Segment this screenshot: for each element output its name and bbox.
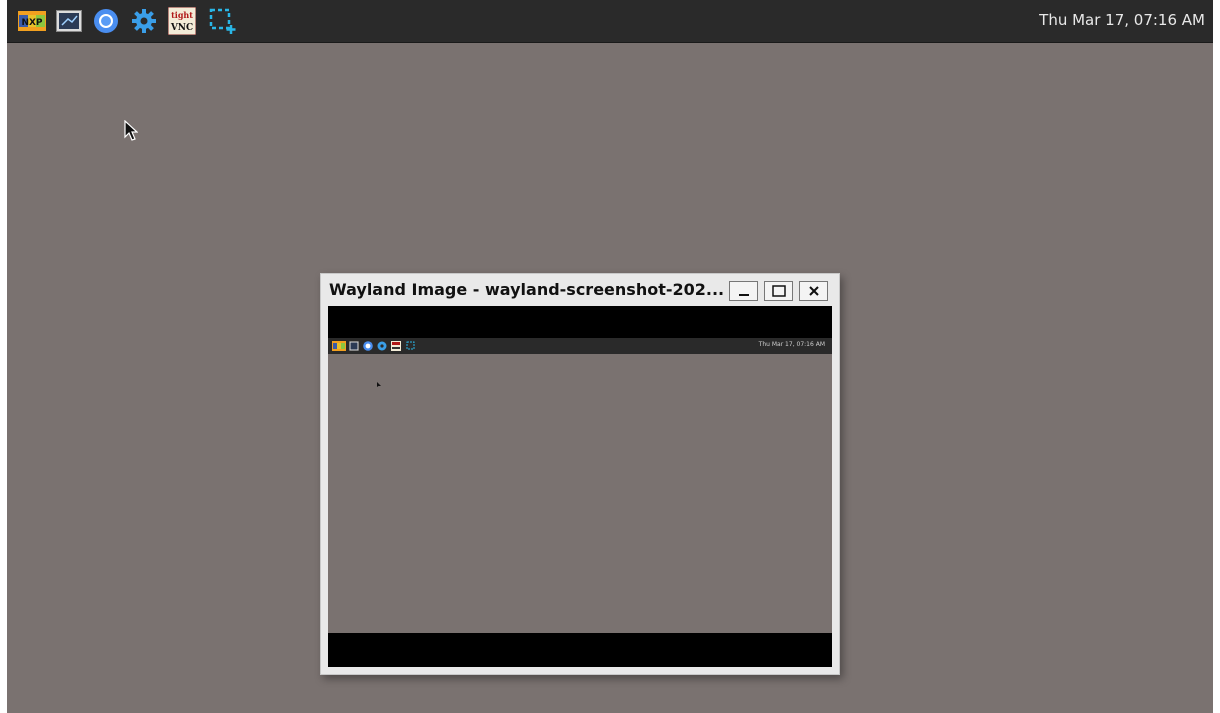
nxp-logo-icon[interactable]: NXP bbox=[18, 7, 46, 35]
chromium-icon bbox=[363, 341, 373, 351]
svg-text:tight: tight bbox=[171, 10, 193, 20]
screenshot-pointer-icon bbox=[377, 373, 381, 392]
close-button[interactable] bbox=[799, 281, 828, 301]
nxp-logo-icon bbox=[332, 341, 346, 351]
maximize-icon bbox=[771, 285, 786, 297]
tightvnc-icon[interactable]: tight VNC bbox=[168, 7, 196, 35]
settings-gear-icon[interactable] bbox=[130, 7, 158, 35]
minimize-button[interactable] bbox=[729, 281, 758, 301]
window-titlebar[interactable]: Wayland Image - wayland-screenshot-202..… bbox=[321, 274, 839, 306]
screenshot-image: Thu Mar 17, 07:16 AM bbox=[328, 338, 832, 633]
screenshot-panel: Thu Mar 17, 07:16 AM bbox=[328, 338, 832, 354]
close-icon bbox=[808, 286, 819, 296]
screenshot-tool-icon bbox=[406, 341, 415, 350]
chromium-icon[interactable] bbox=[92, 7, 120, 35]
screenshot-tool-icon[interactable] bbox=[208, 7, 236, 35]
terminal-icon[interactable] bbox=[55, 7, 83, 35]
screenshot-clock: Thu Mar 17, 07:16 AM bbox=[758, 341, 825, 348]
window-title: Wayland Image - wayland-screenshot-202..… bbox=[329, 280, 725, 299]
panel-clock[interactable]: Thu Mar 17, 07:16 AM bbox=[1039, 11, 1205, 29]
desktop: NXP tight VNC Thu Mar 17, 07:16 AM Wayla… bbox=[7, 0, 1213, 713]
settings-gear-icon bbox=[377, 341, 387, 351]
svg-text:VNC: VNC bbox=[170, 23, 193, 33]
tightvnc-icon bbox=[391, 341, 401, 351]
image-canvas[interactable]: Thu Mar 17, 07:16 AM bbox=[328, 306, 832, 667]
mouse-pointer-icon bbox=[124, 119, 139, 146]
svg-text:NXP: NXP bbox=[21, 18, 42, 28]
minimize-icon bbox=[738, 294, 749, 296]
image-viewer-window[interactable]: Wayland Image - wayland-screenshot-202..… bbox=[320, 273, 840, 675]
terminal-icon bbox=[349, 341, 359, 351]
maximize-button[interactable] bbox=[764, 281, 793, 301]
top-panel: NXP tight VNC Thu Mar 17, 07:16 AM bbox=[7, 0, 1213, 43]
